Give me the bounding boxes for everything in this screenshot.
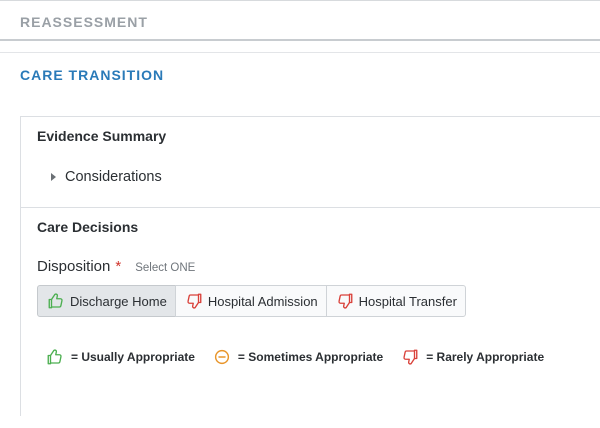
select-hint: Select ONE bbox=[135, 262, 196, 274]
legend-text: = Sometimes Appropriate bbox=[237, 350, 384, 364]
option-label: Discharge Home bbox=[70, 293, 167, 309]
required-marker: * bbox=[115, 258, 122, 275]
disposition-field-label: Disposition * Select ONE bbox=[37, 258, 195, 275]
option-label: Hospital Admission bbox=[207, 293, 318, 309]
care-decisions-block: Care Decisions Disposition * Select ONE … bbox=[21, 208, 600, 428]
caret-right-icon bbox=[51, 173, 56, 181]
reassessment-section-title[interactable]: REASSESSMENT bbox=[20, 14, 148, 30]
thumbs-up-icon bbox=[46, 348, 64, 366]
thumbs-down-icon bbox=[336, 292, 354, 310]
legend-text: = Usually Appropriate bbox=[71, 350, 195, 364]
disposition-options: Discharge Home Hospital Admission Hospit… bbox=[37, 285, 466, 317]
evidence-summary-block: Evidence Summary Considerations bbox=[21, 117, 600, 208]
evidence-summary-title: Evidence Summary bbox=[37, 128, 167, 144]
minus-circle-icon bbox=[213, 348, 231, 366]
option-label: Hospital Transfer bbox=[358, 293, 457, 309]
care-decisions-title: Care Decisions bbox=[37, 219, 139, 235]
legend-item-usually: = Usually Appropriate bbox=[46, 348, 195, 366]
thumbs-up-icon bbox=[47, 292, 65, 310]
considerations-label: Considerations bbox=[65, 169, 162, 185]
option-hospital-transfer[interactable]: Hospital Transfer bbox=[325, 285, 466, 317]
care-transition-section-title[interactable]: CARE TRANSITION bbox=[20, 67, 164, 83]
legend-text: = Rarely Appropriate bbox=[426, 350, 545, 364]
thumbs-down-icon bbox=[185, 292, 203, 310]
care-transition-card: Evidence Summary Considerations Care Dec… bbox=[20, 116, 600, 416]
legend-item-sometimes: = Sometimes Appropriate bbox=[213, 348, 383, 366]
option-discharge-home[interactable]: Discharge Home bbox=[37, 285, 176, 317]
option-hospital-admission[interactable]: Hospital Admission bbox=[174, 285, 327, 317]
considerations-toggle[interactable]: Considerations bbox=[51, 169, 162, 185]
thumbs-down-icon bbox=[401, 348, 419, 366]
reassessment-section[interactable]: REASSESSMENT bbox=[0, 0, 600, 41]
appropriateness-legend: = Usually Appropriate = Sometimes Approp… bbox=[46, 348, 562, 366]
disposition-label: Disposition bbox=[37, 258, 111, 275]
legend-item-rarely: = Rarely Appropriate bbox=[401, 348, 544, 366]
